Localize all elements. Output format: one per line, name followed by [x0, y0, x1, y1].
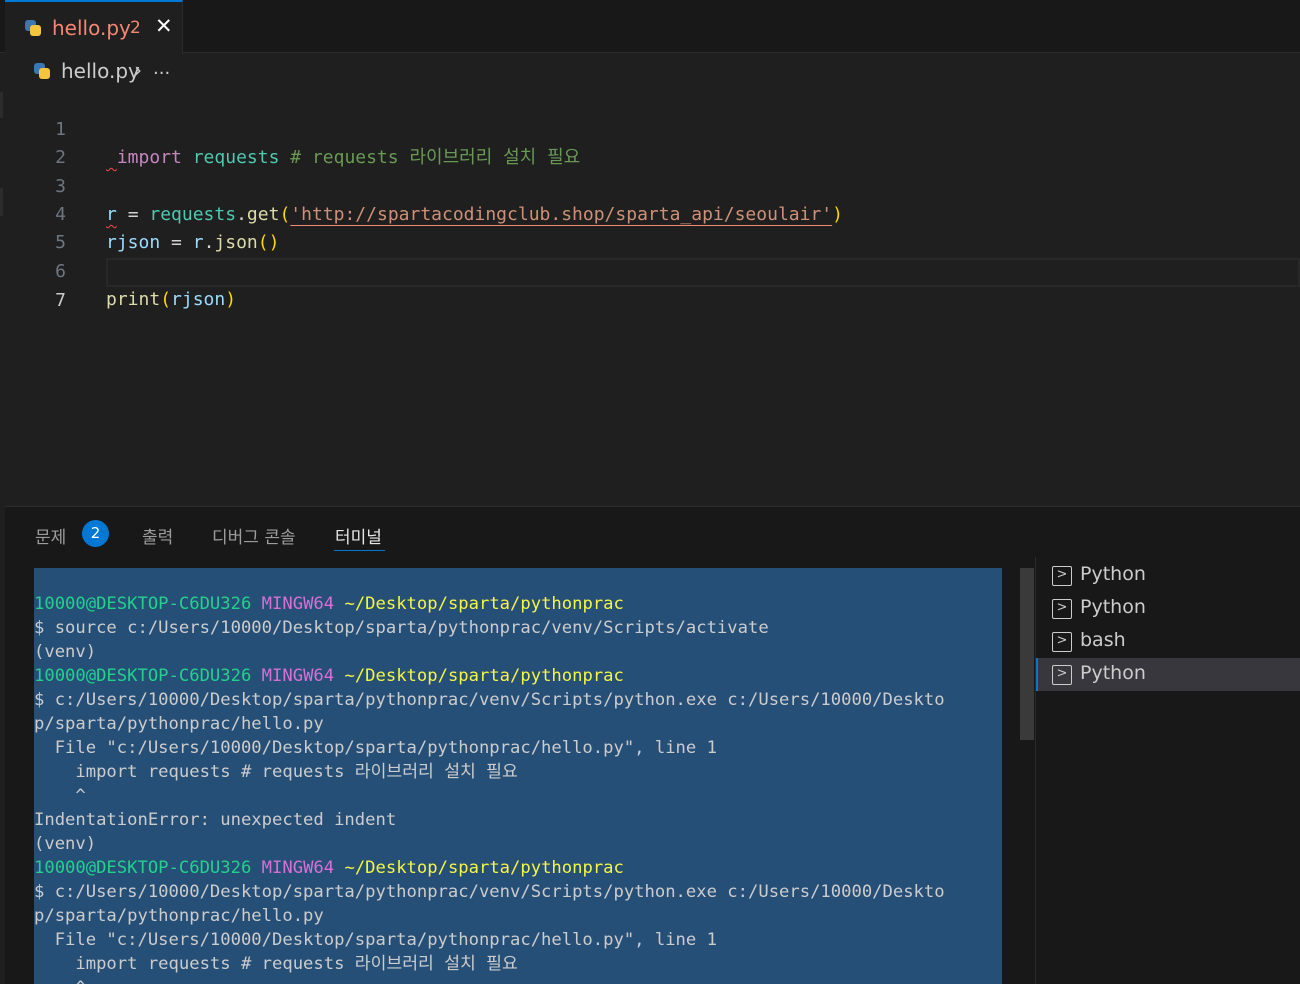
- tab-output[interactable]: 출력: [142, 523, 173, 548]
- terminal-line: p/sparta/pythonprac/hello.py: [34, 906, 324, 926]
- line-number: 7: [55, 290, 66, 311]
- terminal-icon: >: [1052, 632, 1072, 652]
- chevron-right-icon: ›: [134, 58, 142, 82]
- terminal-list-item-active[interactable]: > Python: [1036, 658, 1300, 691]
- terminal-line: File "c:/Users/10000/Desktop/sparta/pyth…: [34, 930, 717, 950]
- terminal-line: IndentationError: unexpected indent: [34, 810, 397, 830]
- tab-problem-count: 2: [130, 18, 141, 38]
- terminal-line: import requests # requests 라이브러리 설치 필요: [34, 954, 518, 974]
- code-editor[interactable]: 1 ​ import requests # requests 라이브러리 설치 …: [0, 88, 1300, 506]
- terminal-list-label: Python: [1080, 596, 1146, 618]
- terminal-icon: >: [1052, 599, 1072, 619]
- active-indicator: [1036, 658, 1038, 691]
- tab-hello-py[interactable]: hello.py 2 ✕: [5, 0, 183, 54]
- terminal-line: File "c:/Users/10000/Desktop/sparta/pyth…: [34, 738, 717, 758]
- prompt-path: ~/Desktop/sparta/pythonprac: [344, 858, 624, 878]
- paren: ): [225, 289, 237, 310]
- tab-problems[interactable]: 문제: [35, 523, 66, 548]
- prompt-host: MINGW64: [261, 858, 335, 878]
- python-file-icon: [25, 20, 41, 36]
- problems-count-badge: 2: [82, 520, 109, 547]
- variable: rjson: [171, 289, 226, 310]
- code-line: 4 rjson = r.json(): [0, 173, 1300, 253]
- terminal-line: p/sparta/pythonprac/hello.py: [34, 714, 324, 734]
- terminal-list-label: Python: [1080, 662, 1146, 684]
- terminal-line: $ source c:/Users/10000/Desktop/sparta/p…: [34, 618, 769, 638]
- terminal-line: ^: [34, 976, 85, 984]
- code-line: 5: [0, 201, 1300, 253]
- terminal-prompt: 10000@DESKTOP-C6DU326 MINGW64 ~/Desktop/…: [34, 592, 624, 616]
- terminal-line: (venv): [34, 834, 97, 854]
- terminal-icon: >: [1052, 665, 1072, 685]
- prompt-host: MINGW64: [261, 666, 335, 686]
- terminal-line: ^: [34, 786, 86, 806]
- terminal-line: import requests # requests 라이브러리 설치 필요: [34, 762, 518, 782]
- terminal-line: $ c:/Users/10000/Desktop/sparta/pythonpr…: [34, 882, 945, 902]
- terminal-prompt: 10000@DESKTOP-C6DU326 MINGW64 ~/Desktop/…: [34, 664, 624, 688]
- code-line: 2: [0, 116, 1300, 168]
- close-icon[interactable]: ✕: [155, 14, 173, 38]
- prompt-user: 10000@DESKTOP-C6DU326: [34, 666, 252, 686]
- editor-tab-bar: hello.py 2 ✕: [0, 0, 1300, 54]
- terminal-list-item[interactable]: > Python: [1036, 559, 1300, 592]
- code-line: 6 print(rjson): [0, 230, 1300, 310]
- terminal-list-item[interactable]: > Python: [1036, 592, 1300, 625]
- tab-terminal[interactable]: 터미널: [335, 523, 382, 548]
- prompt-path: ~/Desktop/sparta/pythonprac: [344, 594, 624, 614]
- terminal-prompt: 10000@DESKTOP-C6DU326 MINGW64 ~/Desktop/…: [34, 856, 624, 880]
- python-file-icon: [34, 63, 50, 79]
- code-line: 3 r = requests.get('http://spartacodingc…: [0, 145, 1300, 225]
- active-tab-indicator: [334, 550, 385, 551]
- terminal-line: $ c:/Users/10000/Desktop/sparta/pythonpr…: [34, 690, 945, 710]
- breadcrumb-symbols[interactable]: ...: [153, 58, 170, 79]
- breadcrumb-file[interactable]: hello.py: [61, 59, 140, 83]
- terminal-list-label: Python: [1080, 563, 1146, 585]
- tab-debug-console[interactable]: 디버그 콘솔: [212, 523, 296, 548]
- terminal-icon: >: [1052, 566, 1072, 586]
- breadcrumb: hello.py › ...: [0, 54, 1300, 88]
- terminal-scrollbar[interactable]: [1020, 568, 1034, 740]
- bottom-panel: 문제 2 출력 디버그 콘솔 터미널 10000@DESKTOP-C6DU326…: [5, 506, 1300, 984]
- function-name: print: [106, 289, 161, 310]
- prompt-path: ~/Desktop/sparta/pythonprac: [344, 666, 624, 686]
- terminal-list-label: bash: [1080, 629, 1126, 651]
- panel-tab-bar: 문제 2 출력 디버그 콘솔 터미널: [5, 507, 1300, 559]
- terminal-list-item[interactable]: > bash: [1036, 625, 1300, 658]
- prompt-user: 10000@DESKTOP-C6DU326: [34, 594, 252, 614]
- terminal-output[interactable]: 10000@DESKTOP-C6DU326 MINGW64 ~/Desktop/…: [34, 568, 1002, 984]
- prompt-user: 10000@DESKTOP-C6DU326: [34, 858, 252, 878]
- code-line: 7: [0, 259, 1300, 311]
- prompt-host: MINGW64: [261, 594, 335, 614]
- paren: (: [160, 289, 172, 310]
- code-line: 1 ​ import requests # requests 라이브러리 설치 …: [0, 88, 1300, 168]
- terminal-line: (venv): [34, 642, 97, 662]
- tab-title: hello.py: [52, 16, 131, 40]
